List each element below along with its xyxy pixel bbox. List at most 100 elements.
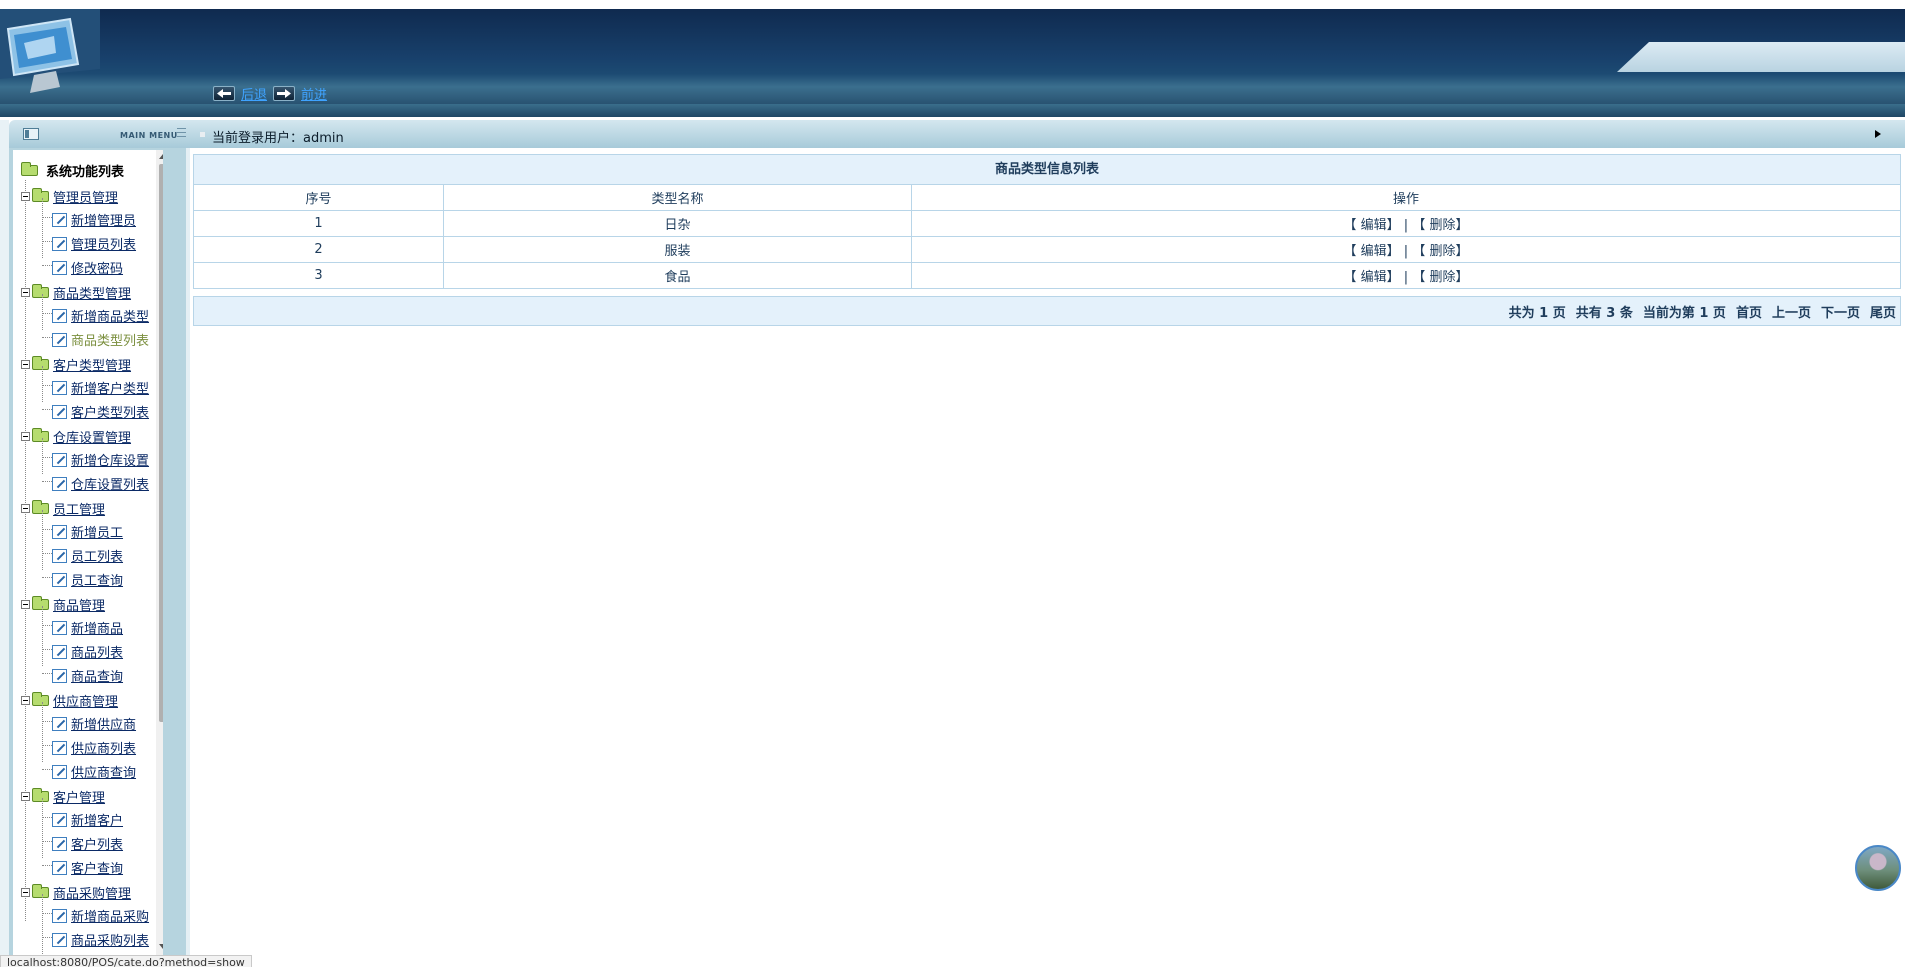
sidebar-item-label[interactable]: 客户类型列表 — [71, 402, 149, 421]
floating-avatar[interactable] — [1855, 845, 1901, 891]
delete-link[interactable]: 【 删除】 — [1412, 218, 1468, 233]
collapse-icon[interactable] — [21, 288, 30, 297]
tree-group-label[interactable]: 客户管理 — [53, 787, 105, 806]
expand-right-icon[interactable] — [1875, 130, 1881, 138]
sidebar-item-label[interactable]: 供应商查询 — [71, 762, 136, 781]
tree-group-employee[interactable]: 员工管理 — [21, 499, 105, 518]
back-link[interactable]: 后退 — [241, 84, 267, 103]
edit-link[interactable]: 【 编辑】 — [1344, 244, 1400, 259]
sidebar-item-admin-list[interactable]: 管理员列表 — [52, 234, 136, 253]
collapse-icon[interactable] — [21, 432, 30, 441]
edit-link[interactable]: 【 编辑】 — [1344, 218, 1400, 233]
tree-group-label[interactable]: 员工管理 — [53, 499, 105, 518]
scroll-down-icon[interactable] — [159, 944, 163, 949]
sidebar-item-label[interactable]: 新增客户 — [71, 810, 123, 829]
sidebar-item-label[interactable]: 供应商列表 — [71, 738, 136, 757]
sidebar-item-label[interactable]: 仓库设置列表 — [71, 474, 149, 493]
tree-group-label[interactable]: 商品管理 — [53, 595, 105, 614]
forward-button[interactable]: 前进 — [273, 84, 327, 103]
tree-group-warehouse[interactable]: 仓库设置管理 — [21, 427, 131, 446]
sidebar-item-add-customer-type[interactable]: 新增客户类型 — [52, 378, 149, 397]
sidebar-item-employee-search[interactable]: 员工查询 — [52, 570, 123, 589]
sidebar-item-supplier-search[interactable]: 供应商查询 — [52, 762, 136, 781]
tree-group-label[interactable]: 客户类型管理 — [53, 355, 131, 374]
sidebar-item-customer-list[interactable]: 客户列表 — [52, 834, 123, 853]
tree-group-goods-type[interactable]: 商品类型管理 — [21, 283, 131, 302]
sidebar-item-add-supplier[interactable]: 新增供应商 — [52, 714, 136, 733]
tree-group-label[interactable]: 管理员管理 — [53, 187, 118, 206]
sidebar-item-label[interactable]: 客户查询 — [71, 858, 123, 877]
sidebar-item-label[interactable]: 客户列表 — [71, 834, 123, 853]
collapse-icon[interactable] — [21, 504, 30, 513]
sidebar-item-change-password[interactable]: 修改密码 — [52, 258, 123, 277]
collapse-icon[interactable] — [21, 792, 30, 801]
sidebar-item-label[interactable]: 员工列表 — [71, 546, 123, 565]
sidebar-item-add-employee[interactable]: 新增员工 — [52, 522, 123, 541]
tree-group-customer-type[interactable]: 客户类型管理 — [21, 355, 131, 374]
sidebar-item-add-admin[interactable]: 新增管理员 — [52, 210, 136, 229]
sidebar-item-add-purchase[interactable]: 新增商品采购 — [52, 906, 149, 925]
sidebar-item-label[interactable]: 修改密码 — [71, 258, 123, 277]
sidebar-item-add-warehouse[interactable]: 新增仓库设置 — [52, 450, 149, 469]
delete-link[interactable]: 【 删除】 — [1412, 270, 1468, 285]
sidebar-item-add-goods[interactable]: 新增商品 — [52, 618, 123, 637]
back-button[interactable]: 后退 — [213, 84, 267, 103]
collapse-icon[interactable] — [21, 696, 30, 705]
sidebar-item-label[interactable]: 新增客户类型 — [71, 378, 149, 397]
sidebar-item-label[interactable]: 新增管理员 — [71, 210, 136, 229]
sidebar-item-label[interactable]: 商品类型列表 — [71, 330, 149, 349]
pager-next-link[interactable]: 下一页 — [1821, 302, 1860, 321]
sidebar-item-add-goods-type[interactable]: 新增商品类型 — [52, 306, 149, 325]
pager-first-link[interactable]: 首页 — [1736, 302, 1762, 321]
tree-group-purchase[interactable]: 商品采购管理 — [21, 883, 131, 902]
edit-page-icon — [52, 668, 67, 683]
sidebar-item-goods-list[interactable]: 商品列表 — [52, 642, 123, 661]
sidebar-item-goods-search[interactable]: 商品查询 — [52, 666, 123, 685]
tree-connector — [42, 721, 52, 722]
tree-group-goods[interactable]: 商品管理 — [21, 595, 105, 614]
sidebar-item-label[interactable]: 新增仓库设置 — [71, 450, 149, 469]
sidebar-item-warehouse-list[interactable]: 仓库设置列表 — [52, 474, 149, 493]
panel-toggle-icon[interactable] — [23, 128, 39, 140]
tree-group-label[interactable]: 商品类型管理 — [53, 283, 131, 302]
sidebar-item-goods-type-list[interactable]: 商品类型列表 — [52, 330, 149, 349]
sidebar-scrollbar[interactable] — [156, 150, 163, 955]
tree-connector — [42, 937, 52, 938]
collapse-icon[interactable] — [21, 360, 30, 369]
collapse-icon[interactable] — [21, 888, 30, 897]
sidebar-item-label[interactable]: 员工查询 — [71, 570, 123, 589]
delete-link[interactable]: 【 删除】 — [1412, 244, 1468, 259]
edit-link[interactable]: 【 编辑】 — [1344, 270, 1400, 285]
sidebar-item-label[interactable]: 商品采购列表 — [71, 930, 149, 949]
tree-group-customer[interactable]: 客户管理 — [21, 787, 105, 806]
collapse-icon[interactable] — [21, 600, 30, 609]
sidebar-item-label[interactable]: 管理员列表 — [71, 234, 136, 253]
tree-group-label[interactable]: 商品采购管理 — [53, 883, 131, 902]
pager-prev-link[interactable]: 上一页 — [1772, 302, 1811, 321]
collapse-icon[interactable] — [21, 192, 30, 201]
sidebar-item-label[interactable]: 商品列表 — [71, 642, 123, 661]
tree-group-admin[interactable]: 管理员管理 — [21, 187, 118, 206]
sidebar-item-label[interactable]: 商品查询 — [71, 666, 123, 685]
tree-group-supplier[interactable]: 供应商管理 — [21, 691, 118, 710]
menu-tree: 系统功能列表 管理员管理 新增管理员 管理员列表 修改密码 商品类型管理 新增商… — [13, 150, 163, 955]
sidebar-item-purchase-list[interactable]: 商品采购列表 — [52, 930, 149, 949]
sidebar-item-label[interactable]: 新增商品类型 — [71, 306, 149, 325]
sidebar-item-customer-search[interactable]: 客户查询 — [52, 858, 123, 877]
forward-link[interactable]: 前进 — [301, 84, 327, 103]
tree-group-label[interactable]: 供应商管理 — [53, 691, 118, 710]
tree-group-label[interactable]: 仓库设置管理 — [53, 427, 131, 446]
sidebar-item-supplier-list[interactable]: 供应商列表 — [52, 738, 136, 757]
sidebar-item-add-customer[interactable]: 新增客户 — [52, 810, 123, 829]
sidebar-item-label[interactable]: 新增供应商 — [71, 714, 136, 733]
tree-connector — [42, 913, 52, 914]
scroll-thumb[interactable] — [159, 164, 163, 722]
sidebar-item-employee-list[interactable]: 员工列表 — [52, 546, 123, 565]
computer-logo-icon — [0, 9, 100, 93]
sidebar-item-label[interactable]: 新增员工 — [71, 522, 123, 541]
pager-last-link[interactable]: 尾页 — [1870, 302, 1896, 321]
sidebar-item-customer-type-list[interactable]: 客户类型列表 — [52, 402, 149, 421]
sidebar-item-label[interactable]: 新增商品采购 — [71, 906, 149, 925]
scroll-up-icon[interactable] — [159, 154, 163, 159]
sidebar-item-label[interactable]: 新增商品 — [71, 618, 123, 637]
